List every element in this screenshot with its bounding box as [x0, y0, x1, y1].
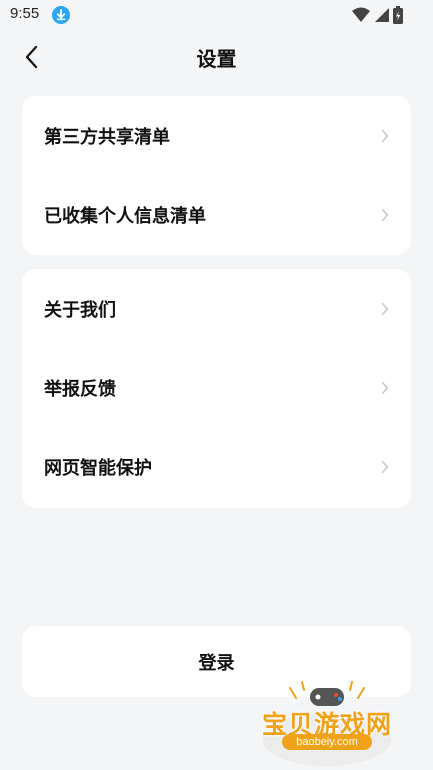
chevron-right-icon — [381, 460, 389, 473]
watermark-url: baobeiy.com — [282, 734, 372, 750]
chevron-right-icon — [381, 302, 389, 315]
status-icons — [352, 6, 403, 24]
watermark-brand: 宝贝游戏网 — [261, 710, 392, 739]
signal-icon — [374, 7, 389, 23]
header: 设置 — [0, 34, 433, 78]
status-bar: 9:55 — [0, 0, 433, 30]
menu-item-label: 举报反馈 — [44, 378, 116, 400]
page-title: 设置 — [196, 47, 237, 71]
menu-item-label: 网页智能保护 — [44, 457, 152, 479]
chevron-right-icon — [381, 381, 389, 394]
menu-item-web-smart-protection[interactable]: 网页智能保护 — [22, 427, 411, 506]
chevron-right-icon — [381, 129, 389, 142]
download-icon — [52, 6, 70, 24]
login-button[interactable]: 登录 — [22, 626, 411, 697]
settings-group-privacy: 第三方共享清单 已收集个人信息清单 — [22, 96, 411, 255]
login-button-label: 登录 — [198, 652, 235, 674]
menu-item-label: 已收集个人信息清单 — [44, 205, 206, 227]
menu-item-label: 关于我们 — [44, 299, 116, 321]
status-time: 9:55 — [10, 5, 40, 22]
chevron-right-icon — [381, 208, 389, 221]
menu-item-personal-info-list[interactable]: 已收集个人信息清单 — [22, 175, 411, 254]
menu-item-about-us[interactable]: 关于我们 — [22, 269, 411, 348]
battery-icon — [393, 6, 403, 24]
menu-item-label: 第三方共享清单 — [44, 126, 170, 148]
menu-item-report-feedback[interactable]: 举报反馈 — [22, 348, 411, 427]
menu-item-third-party-sharing-list[interactable]: 第三方共享清单 — [22, 96, 411, 175]
settings-group-general: 关于我们 举报反馈 网页智能保护 — [22, 269, 411, 508]
wifi-icon — [352, 7, 370, 23]
